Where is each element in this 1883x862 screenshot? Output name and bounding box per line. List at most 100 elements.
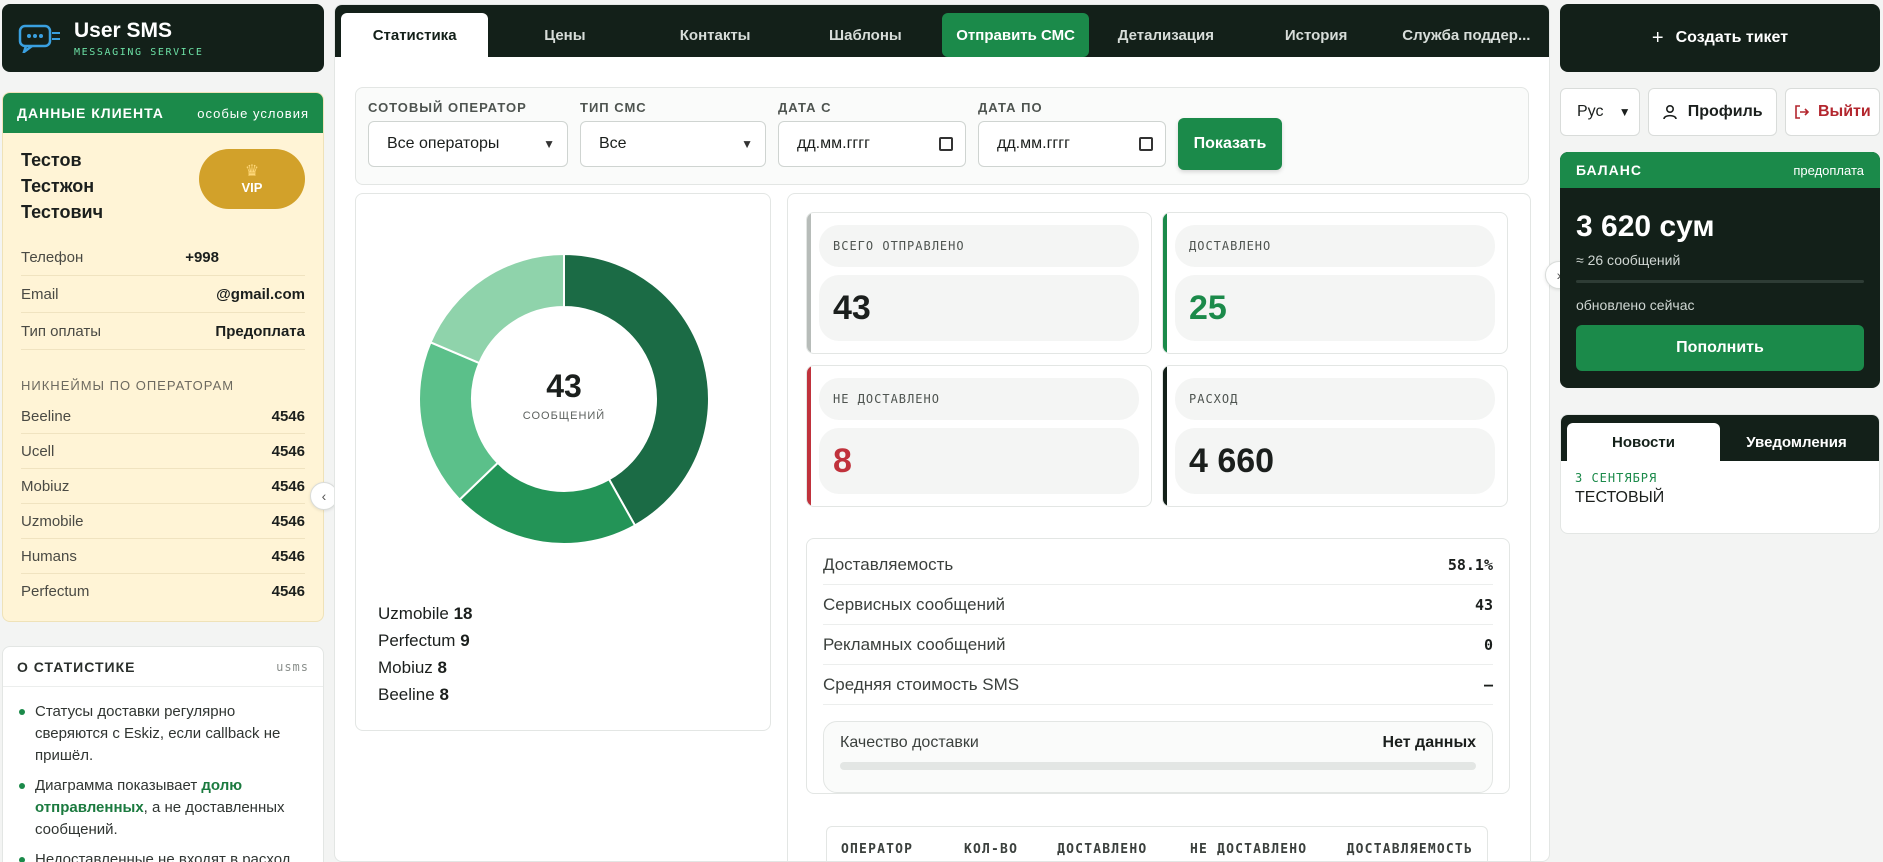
stat-delivered: ДОСТАВЛЕНО 25 — [1162, 212, 1508, 354]
operator-select[interactable]: Все операторы ▼ — [368, 121, 568, 167]
balance-amount: 3 620 сум — [1576, 210, 1715, 243]
date-from-label: ДАТА С — [778, 100, 832, 115]
date-to-filter: ДАТА ПО дд.мм.гггг — [978, 100, 1166, 167]
donut-total-label: СООБЩЕНИЙ — [522, 410, 606, 422]
tab-send-sms[interactable]: Отправить СМС — [942, 13, 1090, 57]
tab-notifications[interactable]: Уведомления — [1720, 423, 1873, 461]
balance-title: БАЛАНС — [1576, 162, 1642, 178]
nickname-value: 4546 — [271, 512, 305, 530]
calendar-icon[interactable] — [939, 137, 953, 151]
about-stats-title: О СТАТИСТИКЕ — [17, 658, 136, 675]
tab-news[interactable]: Новости — [1567, 423, 1720, 461]
balance-card: БАЛАНС предоплата 3 620 сум ≈ 26 сообщен… — [1560, 152, 1880, 388]
donut-slice-beeline[interactable] — [429, 252, 565, 365]
about-stats-header: О СТАТИСТИКЕ usms — [3, 647, 323, 687]
vip-badge-label: VIP — [241, 179, 263, 195]
operator-filter: СОТОВЫЙ ОПЕРАТОР Все операторы ▼ — [368, 100, 568, 167]
brand-title: User SMS — [74, 18, 173, 42]
special-terms-link[interactable]: особые условия — [197, 106, 309, 121]
chevron-down-icon: ▼ — [741, 137, 753, 151]
client-name: Тестов Тестжон Тестович — [21, 147, 141, 225]
field-value: @gmail.com — [216, 285, 305, 303]
operators-table-header: ОПЕРАТОР КОЛ-ВО ДОСТАВЛЕНО НЕ ДОСТАВЛЕНО… — [826, 826, 1488, 861]
legend-item: Beeline 8 — [378, 681, 473, 708]
client-name-line: Тестжон — [21, 176, 95, 196]
chevron-left-icon: ‹ — [321, 488, 327, 504]
news-title[interactable]: ТЕСТОВЫЙ — [1561, 485, 1879, 507]
date-from-placeholder: дд.мм.гггг — [797, 135, 870, 152]
create-ticket-label: Создать тикет — [1675, 29, 1789, 46]
logout-button[interactable]: Выйти — [1784, 88, 1880, 136]
quality-progress-bar — [840, 762, 1476, 770]
legend-value: 8 — [439, 685, 449, 704]
donut-total: 43 — [546, 368, 582, 404]
news-card: Новости Уведомления 3 СЕНТЯБРЯ ТЕСТОВЫЙ — [1560, 414, 1880, 534]
client-card: ДАННЫЕ КЛИЕНТА особые условия Тестов Тес… — [2, 92, 324, 622]
date-from-input[interactable]: дд.мм.гггг — [778, 121, 966, 167]
legend-item: Uzmobile 18 — [378, 600, 473, 627]
balance-updated: обновлено сейчас — [1576, 297, 1695, 313]
client-card-title: ДАННЫЕ КЛИЕНТА — [17, 105, 164, 121]
legend-name: Mobiuz — [378, 658, 433, 677]
language-select[interactable]: Рус ▼ — [1560, 88, 1640, 136]
table-column-header: ДОСТАВЛЕНО — [1057, 841, 1148, 857]
stat-sent: ВСЕГО ОТПРАВЛЕНО 43 — [806, 212, 1152, 354]
tab-history[interactable]: История — [1243, 13, 1390, 57]
nickname-operator: Perfectum — [21, 583, 90, 600]
date-from-filter: ДАТА С дд.мм.гггг — [778, 100, 966, 167]
metric-value: 43 — [1474, 595, 1493, 614]
stat-not-delivered: НЕ ДОСТАВЛЕНО 8 — [806, 365, 1152, 507]
calendar-icon[interactable] — [1139, 137, 1153, 151]
table-column-header: ДОСТАВЛЯЕМОСТЬ — [1346, 841, 1473, 857]
sms-type-select[interactable]: Все ▼ — [580, 121, 766, 167]
nickname-operator: Ucell — [21, 442, 55, 460]
metrics-card: Доставляемость 58.1% Сервисных сообщений 4… — [806, 538, 1510, 794]
tab-templates[interactable]: Шаблоны — [792, 13, 939, 57]
nickname-row: Uzmobile 4546 — [21, 504, 305, 539]
brand-header[interactable]: User SMS MESSAGING SERVICE — [2, 4, 324, 72]
client-card-header: ДАННЫЕ КЛИЕНТА особые условия — [3, 93, 323, 133]
nickname-value: 4546 — [271, 477, 305, 495]
date-to-input[interactable]: дд.мм.гггг — [978, 121, 1166, 167]
main-tabs: Статистика Цены Контакты Шаблоны Отправи… — [335, 5, 1549, 57]
nickname-value: 4546 — [271, 583, 305, 600]
field-label: Тип оплаты — [21, 322, 102, 340]
topup-button[interactable]: Пополнить — [1576, 325, 1864, 371]
metric-row: Средняя стоимость SMS — — [823, 665, 1493, 705]
metric-value: 0 — [1483, 635, 1493, 654]
profile-button[interactable]: Профиль — [1647, 88, 1777, 136]
date-to-label: ДАТА ПО — [978, 100, 1043, 115]
tab-details[interactable]: Детализация — [1092, 13, 1239, 57]
donut-legend: Uzmobile 18 Perfectum 9 Mobiuz 8 Beeline… — [378, 600, 473, 708]
chevron-down-icon: ▼ — [1618, 105, 1631, 119]
brand-subtitle: MESSAGING SERVICE — [74, 46, 204, 58]
about-stats-item: Диаграмма показывает долю отправленных, … — [17, 775, 309, 841]
stats-panel: ВСЕГО ОТПРАВЛЕНО 43 ДОСТАВЛЕНО 25 НЕ ДОС… — [787, 193, 1531, 861]
table-column-header: ОПЕРАТОР — [841, 841, 914, 857]
client-name-line: Тестович — [21, 202, 104, 222]
filters-bar: СОТОВЫЙ ОПЕРАТОР Все операторы ▼ ТИП СМС… — [355, 87, 1529, 185]
user-icon — [1662, 104, 1677, 120]
client-field-email: Email @gmail.com — [21, 276, 305, 313]
logout-icon — [1795, 105, 1810, 119]
legend-name: Beeline — [378, 685, 435, 704]
chat-logo-icon — [18, 24, 60, 53]
nickname-operator: Beeline — [21, 407, 72, 425]
legend-value: 8 — [437, 658, 448, 677]
account-actions: Рус ▼ Профиль Выйти — [1560, 88, 1880, 136]
metric-label: Рекламных сообщений — [823, 634, 1006, 654]
create-ticket-button[interactable]: + Создать тикет — [1560, 4, 1880, 72]
language-value: Рус — [1577, 103, 1604, 120]
balance-mode: предоплата — [1793, 162, 1864, 178]
tab-support[interactable]: Служба поддер... — [1393, 13, 1540, 57]
show-button[interactable]: Показать — [1178, 118, 1282, 170]
sms-type-filter-label: ТИП СМС — [580, 100, 647, 115]
quality-label: Качество доставки — [840, 734, 979, 751]
field-label: Email — [21, 285, 59, 303]
client-field-payment: Тип оплаты Предоплата — [21, 313, 305, 350]
legend-item: Perfectum 9 — [378, 627, 473, 654]
tab-prices[interactable]: Цены — [491, 13, 638, 57]
nickname-operator: Humans — [21, 547, 77, 565]
tab-statistics[interactable]: Статистика — [341, 13, 489, 57]
tab-contacts[interactable]: Контакты — [642, 13, 789, 57]
